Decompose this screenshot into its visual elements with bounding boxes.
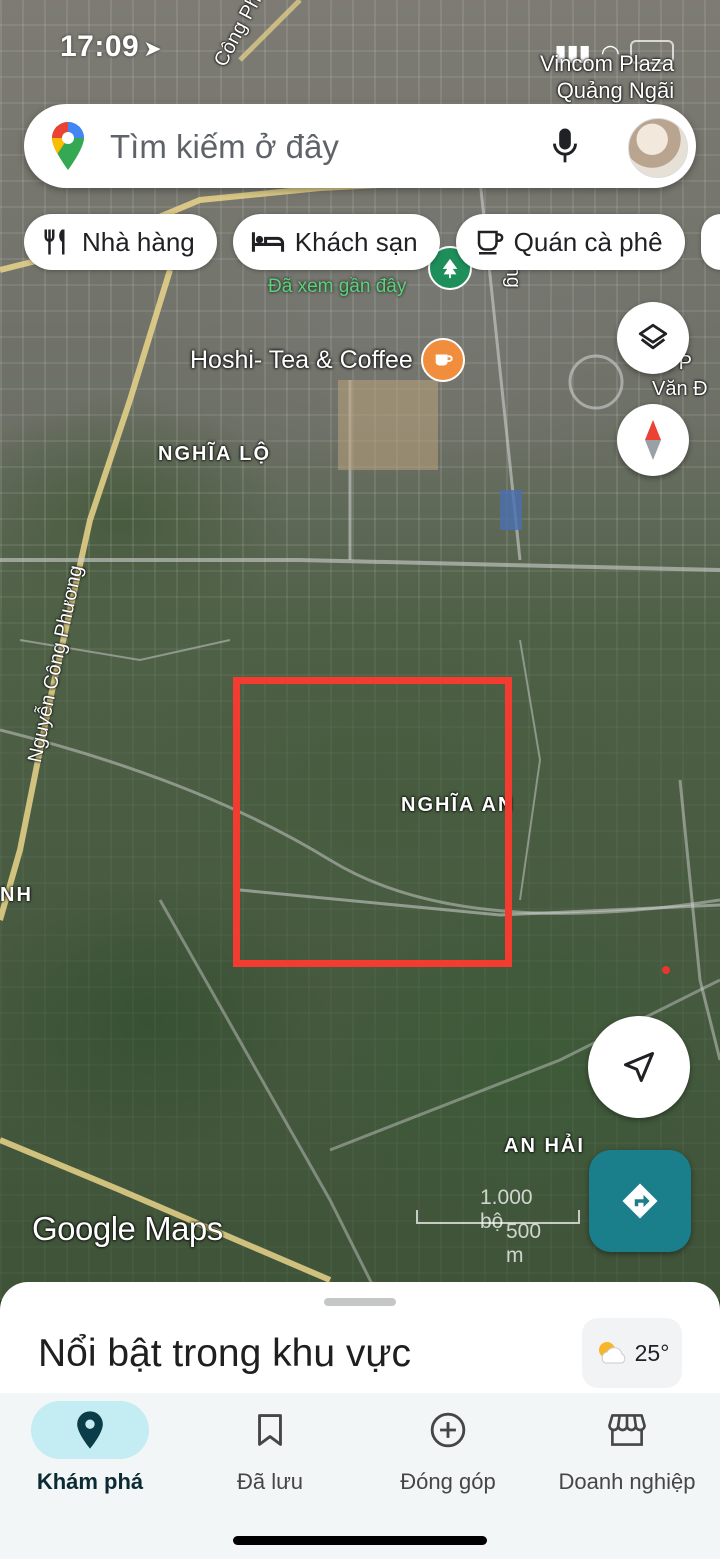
bottom-sheet[interactable]: Nổi bật trong khu vực 25° (0, 1282, 720, 1402)
layers-icon (638, 323, 668, 350)
directions-icon (622, 1183, 658, 1219)
microphone-icon[interactable] (551, 126, 579, 166)
scale-bar (416, 1210, 580, 1224)
nav-contribute[interactable]: Đóng góp (358, 1393, 538, 1513)
chip-restaurants[interactable]: Nhà hàng (24, 214, 217, 270)
poi-name: Hoshi- Tea & Coffee (190, 345, 413, 374)
sheet-drag-handle[interactable] (324, 1298, 396, 1306)
nav-saved[interactable]: Đã lưu (180, 1393, 360, 1513)
nav-contribute-label: Đóng góp (400, 1469, 496, 1494)
bottom-navigation: Khám phá Đã lưu Đóng góp Doanh nghiệp (0, 1393, 720, 1559)
area-label-an-hai: AN HẢI (504, 1135, 585, 1157)
chip-label: Nhà hàng (82, 226, 195, 257)
map-view[interactable]: 17:09 ➤ ▮▮▮ ◠ Vincom Plaza Quảng Ngãi Côn… (0, 0, 720, 1300)
home-indicator[interactable] (233, 1536, 487, 1545)
partly-cloudy-icon (598, 1342, 625, 1364)
chip-label: Quán cà phê (513, 226, 663, 257)
account-avatar[interactable] (628, 118, 688, 178)
chip-more[interactable] (700, 214, 720, 270)
google-maps-attribution: Google Maps (32, 1210, 223, 1247)
layers-button[interactable] (617, 302, 689, 374)
compass-icon (645, 420, 661, 460)
weather-temperature: 25° (634, 1339, 670, 1366)
chip-coffee[interactable]: Quán cà phê (455, 214, 685, 270)
navigation-arrow-icon (624, 1052, 654, 1082)
weather-chip[interactable]: 25° (582, 1318, 682, 1388)
recently-viewed-label: Đã xem gần đây (268, 276, 407, 297)
coffee-marker-icon (420, 338, 465, 382)
map-label-vincom[interactable]: Vincom Plaza Quảng Ngãi (540, 50, 674, 104)
hotel-icon (251, 232, 284, 252)
search-input[interactable]: Tìm kiếm ở đây (110, 128, 339, 166)
storefront-icon (608, 1414, 646, 1446)
nav-saved-label: Đã lưu (236, 1469, 304, 1494)
status-bar-time: 17:09 ➤ (60, 30, 163, 63)
sheet-title: Nổi bật trong khu vực (38, 1332, 411, 1375)
bookmark-icon (258, 1414, 282, 1446)
nav-explore[interactable]: Khám phá (0, 1393, 180, 1513)
directions-button[interactable] (589, 1150, 691, 1252)
nav-explore-label: Khám phá (36, 1469, 144, 1494)
area-label-partial-nh: NH (0, 884, 33, 906)
chip-label: Khách sạn (294, 226, 418, 257)
add-circle-icon (430, 1412, 466, 1448)
poi-hoshi-tea-coffee[interactable]: Hoshi- Tea & Coffee (190, 338, 465, 382)
chip-hotels[interactable]: Khách sạn (232, 214, 440, 270)
nav-business[interactable]: Doanh nghiệp (537, 1393, 717, 1513)
explore-pin-icon (77, 1411, 103, 1449)
category-chips: Nhà hàng Khách sạn Quán cà phê (24, 214, 720, 270)
scale-meters: 500 m (506, 1220, 542, 1267)
highlight-rectangle (233, 677, 512, 967)
area-label-nghia-lo: NGHĨA LỘ (158, 443, 272, 465)
search-bar[interactable]: Tìm kiếm ở đây (24, 104, 696, 188)
restaurant-icon (44, 229, 65, 255)
google-maps-logo-icon (52, 122, 84, 170)
compass-button[interactable] (617, 404, 689, 476)
coffee-icon (477, 230, 503, 255)
nav-business-label: Doanh nghiệp (558, 1469, 696, 1494)
my-location-button[interactable] (588, 1016, 690, 1118)
location-arrow-icon: ➤ (143, 36, 163, 61)
